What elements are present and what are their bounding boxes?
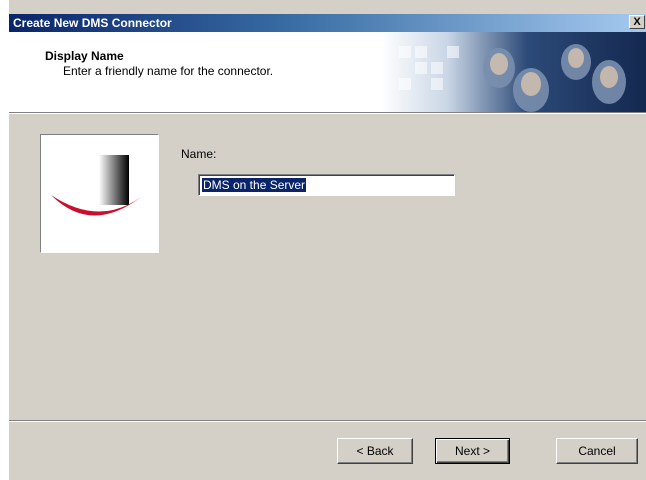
close-button[interactable]: X [629,15,645,29]
next-button[interactable]: Next > [435,438,510,464]
cancel-button[interactable]: Cancel [556,438,638,464]
back-button[interactable]: < Back [337,438,413,464]
name-input-value: DMS on the Server [202,178,307,192]
people-photo-banner-icon [381,32,646,112]
footer-divider [9,420,646,422]
dms-logo-icon [51,155,141,216]
wizard-header: Display Name Enter a friendly name for t… [9,32,646,112]
name-input[interactable]: DMS on the Server [198,174,455,196]
page-title: Display Name [45,49,124,63]
header-divider [9,112,646,114]
window-title: Create New DMS Connector [13,16,172,30]
dms-logo-panel [40,134,159,253]
wizard-dialog: Create New DMS Connector X Display Name … [8,0,646,480]
close-icon: X [633,16,641,28]
name-label: Name: [181,147,217,161]
title-bar[interactable]: Create New DMS Connector X [9,14,646,32]
page-subtitle: Enter a friendly name for the connector. [63,64,274,78]
